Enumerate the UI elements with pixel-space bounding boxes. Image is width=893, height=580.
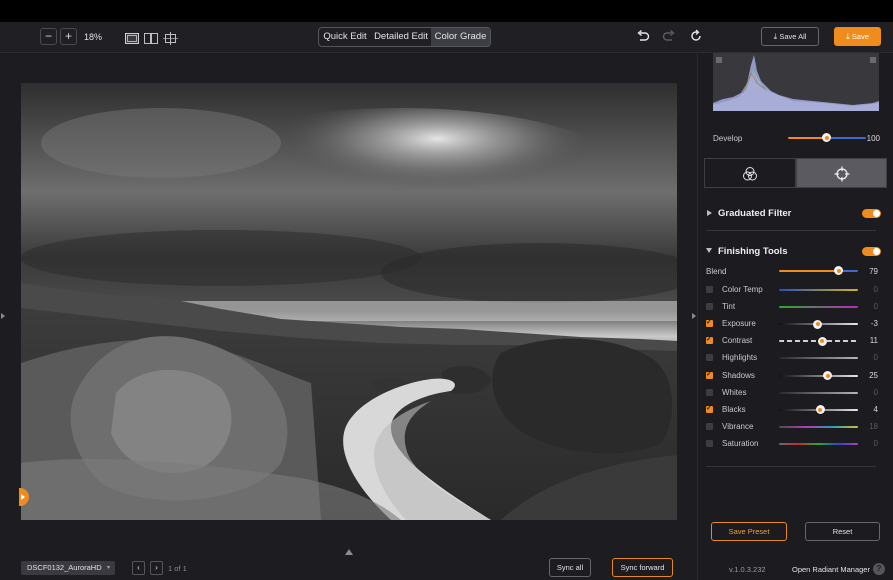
saturation-label: Saturation xyxy=(722,438,759,448)
zoom-level: 18% xyxy=(84,32,103,42)
blend-slider-fill xyxy=(779,270,839,272)
right-panel-toggle-icon[interactable] xyxy=(692,313,696,319)
contrast-slider-handle[interactable] xyxy=(817,336,827,346)
collapse-arrow-icon[interactable] xyxy=(706,248,712,253)
section-divider xyxy=(706,466,876,467)
expand-arrow-icon[interactable] xyxy=(707,210,712,216)
window-top-strip xyxy=(0,0,893,22)
blacks-label: Blacks xyxy=(722,404,746,414)
vibrance-slider-track[interactable] xyxy=(779,425,858,428)
crop-compare-icon[interactable] xyxy=(163,32,178,45)
highlights-label: Highlights xyxy=(722,353,758,363)
dropdown-caret-icon: ▾ xyxy=(106,565,110,571)
tint-checkbox[interactable] xyxy=(706,303,713,311)
reset-button[interactable]: Reset xyxy=(805,522,880,541)
histogram xyxy=(713,53,879,111)
filmstrip-toggle-icon[interactable] xyxy=(345,549,353,555)
blend-slider-handle[interactable] xyxy=(834,266,843,275)
color-mix-tab[interactable] xyxy=(704,158,796,188)
edit-mode-switcher: Quick Edit Detailed Edit Color Grade xyxy=(318,27,491,47)
blend-label: Blend xyxy=(706,267,727,276)
save-all-label: Save All xyxy=(779,32,807,41)
contrast-value: 11 xyxy=(869,336,878,346)
saturation-checkbox[interactable] xyxy=(706,439,713,447)
file-name: DSCF0132_AuroraHD xyxy=(27,563,102,572)
develop-slider-handle[interactable] xyxy=(822,133,831,142)
contrast-checkbox[interactable] xyxy=(706,335,713,345)
contrast-label: Contrast xyxy=(722,336,753,346)
color-temp-slider-track[interactable] xyxy=(779,289,858,291)
sync-forward-button[interactable]: Sync forward xyxy=(612,558,673,577)
develop-value: 100 xyxy=(866,134,880,143)
open-manager-link[interactable]: Open Radiant Manager xyxy=(792,565,870,574)
whites-checkbox[interactable] xyxy=(706,388,713,396)
whites-label: Whites xyxy=(722,387,747,397)
photo-preview[interactable] xyxy=(21,83,677,520)
redo-icon[interactable] xyxy=(662,29,676,43)
help-icon[interactable]: ? xyxy=(873,563,885,575)
next-image-button[interactable]: › xyxy=(150,561,163,575)
save-button[interactable]: ⤓ Save xyxy=(834,27,881,46)
blacks-checkbox[interactable] xyxy=(706,404,713,413)
drawer-arrow-icon xyxy=(21,494,25,500)
single-view-icon[interactable] xyxy=(125,33,139,44)
adjustments-panel xyxy=(697,53,893,580)
exposure-slider-handle[interactable] xyxy=(813,319,823,329)
zoom-out-button[interactable]: − xyxy=(40,28,57,45)
color-temp-value: 0 xyxy=(873,285,878,294)
develop-label: Develop xyxy=(713,134,743,143)
finishing-tools-toggle[interactable] xyxy=(862,247,881,256)
shadows-slider-track[interactable] xyxy=(779,374,858,377)
graduated-filter-title[interactable]: Graduated Filter xyxy=(718,208,791,219)
pager-status: 1 of 1 xyxy=(168,564,187,573)
save-label: Save xyxy=(851,32,869,41)
highlights-checkbox[interactable] xyxy=(706,354,713,362)
crosshair-icon xyxy=(834,166,850,182)
color-temp-label: Color Temp xyxy=(722,285,763,294)
reset-rotate-icon[interactable] xyxy=(689,29,703,43)
graduated-filter-toggle[interactable] xyxy=(862,209,881,218)
vibrance-value: 18 xyxy=(869,421,878,431)
blend-value: 79 xyxy=(869,267,878,276)
tint-value: 0 xyxy=(873,302,878,312)
sync-all-button[interactable]: Sync all xyxy=(549,558,591,577)
version-text: v.1.0.3.232 xyxy=(729,565,766,574)
undo-icon[interactable] xyxy=(636,29,650,43)
exposure-label: Exposure xyxy=(722,319,756,329)
exposure-value: -3 xyxy=(870,319,878,329)
blacks-value: 4 xyxy=(873,404,878,414)
tint-label: Tint xyxy=(722,302,736,312)
selective-adjust-tab[interactable] xyxy=(796,158,887,188)
save-all-button[interactable]: ⤓ Save All xyxy=(761,27,819,46)
saturation-value: 0 xyxy=(873,438,878,448)
tab-quick-edit[interactable]: Quick Edit xyxy=(319,28,371,46)
exposure-checkbox[interactable] xyxy=(706,318,713,328)
split-view-icon[interactable] xyxy=(144,33,158,44)
shadows-label: Shadows xyxy=(722,370,755,380)
whites-value: 0 xyxy=(873,387,878,397)
color-circles-icon xyxy=(743,167,757,181)
file-selector[interactable]: DSCF0132_AuroraHD ▾ xyxy=(21,561,115,575)
finishing-tools-title[interactable]: Finishing Tools xyxy=(718,246,787,257)
vibrance-checkbox[interactable] xyxy=(706,422,713,430)
section-divider xyxy=(706,230,876,231)
save-preset-button[interactable]: Save Preset xyxy=(711,522,787,541)
prev-image-button[interactable]: ‹ xyxy=(132,561,145,575)
blacks-slider-handle[interactable] xyxy=(815,405,825,415)
saturation-slider-track[interactable] xyxy=(779,442,858,445)
left-panel-toggle-icon[interactable] xyxy=(1,313,5,319)
tab-detailed-edit[interactable]: Detailed Edit xyxy=(371,28,431,46)
tint-slider-track[interactable] xyxy=(779,306,858,309)
vibrance-label: Vibrance xyxy=(722,421,754,431)
whites-slider-track[interactable] xyxy=(779,391,858,394)
highlights-value: 0 xyxy=(873,353,878,363)
color-temp-checkbox[interactable] xyxy=(706,286,713,293)
shadows-checkbox[interactable] xyxy=(706,370,713,379)
zoom-in-button[interactable]: + xyxy=(60,28,77,45)
shadows-value: 25 xyxy=(869,370,878,380)
tab-color-grade[interactable]: Color Grade xyxy=(431,28,490,46)
